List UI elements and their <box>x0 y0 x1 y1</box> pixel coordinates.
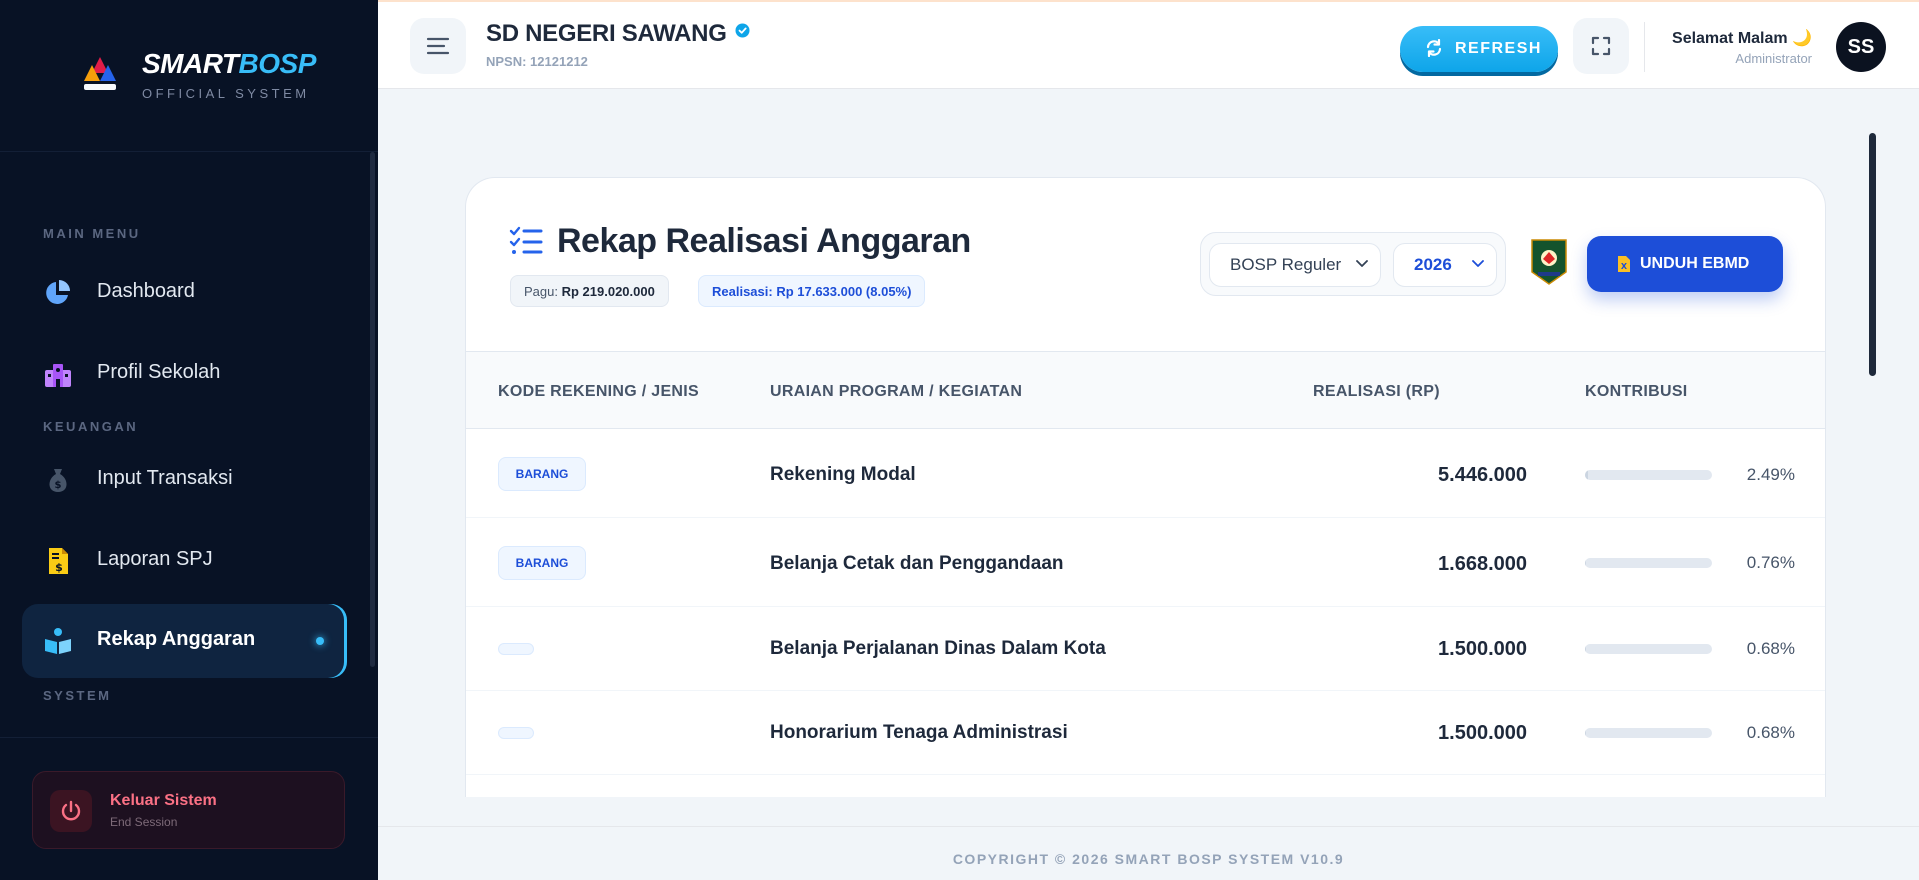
table-row[interactable]: BARANG Rekening Modal 5.446.000 2.49% <box>466 430 1825 518</box>
col-kode: KODE REKENING / JENIS <box>498 383 700 400</box>
expand-icon <box>1591 36 1611 56</box>
sidebar-item-dashboard[interactable]: Dashboard <box>22 256 347 330</box>
footer: COPYRIGHT © 2026 SMART BOSP SYSTEM V10.9 <box>378 826 1919 880</box>
excel-file-icon: X <box>1618 256 1630 272</box>
chevron-down-icon <box>1472 260 1484 267</box>
brand: SMARTBOSP OFFICIAL SYSTEM <box>0 0 378 152</box>
sidebar-item-profil-sekolah[interactable]: Profil Sekolah <box>22 337 347 411</box>
uraian-cell: Rekening Modal <box>770 464 916 485</box>
logout-title: Keluar Sistem <box>110 792 217 809</box>
table-header: KODE REKENING / JENIS URAIAN PROGRAM / K… <box>466 351 1825 429</box>
money-bag-icon: $ <box>49 469 67 492</box>
kontribusi-bar <box>1585 644 1712 654</box>
sidebar-scrollbar[interactable] <box>370 152 375 667</box>
section-main-menu: MAIN MENU <box>43 226 141 241</box>
col-kontribusi: KONTRIBUSI <box>1585 383 1688 400</box>
pagu-badge: Pagu: Rp 219.020.000 <box>510 275 669 307</box>
program-select[interactable]: BOSP Reguler <box>1209 243 1381 287</box>
sidebar-item-label: Input Transaksi <box>97 467 233 489</box>
jenis-badge <box>498 727 534 739</box>
sidebar: SMARTBOSP OFFICIAL SYSTEM MAIN MENU Dash… <box>0 0 378 880</box>
refresh-label: REFRESH <box>1455 40 1542 57</box>
brand-subtitle: OFFICIAL SYSTEM <box>142 86 310 101</box>
download-ebmd-button[interactable]: X UNDUH EBMD <box>1587 236 1783 292</box>
section-keuangan: KEUANGAN <box>43 419 139 434</box>
menu-toggle-button[interactable] <box>410 18 466 74</box>
sidebar-item-rekap-anggaran[interactable]: Rekap Anggaran <box>22 604 347 678</box>
jenis-badge: BARANG <box>498 546 586 580</box>
school-name: SD NEGERI SAWANG <box>486 20 750 48</box>
logout-button[interactable]: Keluar Sistem End Session <box>32 771 345 849</box>
sidebar-item-label: Dashboard <box>97 280 195 302</box>
pie-chart-icon <box>46 280 70 304</box>
svg-text:$: $ <box>55 480 62 491</box>
brand-name: SMARTBOSP <box>142 48 316 79</box>
realisasi-badge: Realisasi: Rp 17.633.000 (8.05%) <box>698 275 926 307</box>
table-row[interactable]: Honorarium Tenaga Administrasi 1.500.000… <box>466 691 1825 775</box>
npsn-label: NPSN: 12121212 <box>486 54 588 69</box>
sync-icon <box>1426 39 1442 57</box>
government-emblem-icon <box>1531 239 1567 285</box>
col-uraian: URAIAN PROGRAM / KEGIATAN <box>770 383 1023 400</box>
smartbosp-logo <box>84 57 116 90</box>
user-role: Administrator <box>1735 51 1812 66</box>
chevron-down-icon <box>1356 260 1368 267</box>
active-indicator <box>316 637 324 645</box>
realisasi-cell: 1.500.000 <box>1438 638 1527 660</box>
fullscreen-button[interactable] <box>1573 18 1629 74</box>
sidebar-item-laporan-spj[interactable]: $ Laporan SPJ <box>22 524 347 598</box>
uraian-cell: Honorarium Tenaga Administrasi <box>770 722 1068 743</box>
sidebar-footer: Keluar Sistem End Session <box>0 737 378 880</box>
kontribusi-bar <box>1585 728 1712 738</box>
realisasi-cell: 5.446.000 <box>1438 464 1527 486</box>
rekap-card: Rekap Realisasi Anggaran Pagu: Rp 219.02… <box>465 177 1826 797</box>
hamburger-icon <box>426 37 450 55</box>
kontribusi-cell: 0.68% <box>1746 723 1795 742</box>
sidebar-item-label: Laporan SPJ <box>97 548 213 570</box>
divider <box>1644 22 1645 72</box>
section-system: SYSTEM <box>43 688 112 703</box>
invoice-icon: $ <box>49 548 68 574</box>
sidebar-item-label: Rekap Anggaran <box>97 628 256 650</box>
table-row[interactable]: BARANG Belanja Cetak dan Penggandaan 1.6… <box>466 518 1825 607</box>
year-select[interactable]: 2026 <box>1393 243 1497 287</box>
svg-text:X: X <box>1621 262 1628 271</box>
kontribusi-cell: 0.76% <box>1746 553 1795 572</box>
table-row[interactable]: Belanja Perjalanan Dinas Dalam Kota 1.50… <box>466 607 1825 691</box>
sidebar-item-label: Profil Sekolah <box>97 361 221 383</box>
realisasi-cell: 1.500.000 <box>1438 722 1527 744</box>
jenis-badge: BARANG <box>498 457 586 491</box>
page-title: Rekap Realisasi Anggaran <box>557 222 971 260</box>
uraian-cell: Belanja Cetak dan Penggandaan <box>770 553 1064 574</box>
sidebar-item-input-transaksi[interactable]: $ Input Transaksi <box>22 443 347 517</box>
col-realisasi: REALISASI (RP) <box>1313 383 1440 400</box>
topbar: SD NEGERI SAWANG NPSN: 12121212 REFRESH … <box>378 0 1919 89</box>
list-check-icon <box>509 226 543 254</box>
filter-group: BOSP Reguler 2026 <box>1200 232 1506 296</box>
kontribusi-bar <box>1585 470 1712 480</box>
jenis-badge <box>498 643 534 655</box>
kontribusi-cell: 2.49% <box>1746 465 1795 484</box>
main-scrollbar[interactable] <box>1869 133 1876 376</box>
kontribusi-bar <box>1585 558 1712 568</box>
avatar[interactable]: SS <box>1836 22 1886 72</box>
verified-icon <box>735 23 750 38</box>
svg-text:$: $ <box>55 561 63 574</box>
kontribusi-cell: 0.68% <box>1746 639 1795 658</box>
realisasi-cell: 1.668.000 <box>1438 553 1527 575</box>
power-icon <box>50 790 92 832</box>
school-icon <box>45 364 71 387</box>
refresh-button[interactable]: REFRESH <box>1400 26 1558 72</box>
book-reader-icon <box>45 628 71 654</box>
copyright: COPYRIGHT © 2026 SMART BOSP SYSTEM V10.9 <box>952 851 1345 867</box>
greeting: Selamat Malam 🌙 <box>1672 30 1812 47</box>
download-label: UNDUH EBMD <box>1640 255 1750 272</box>
uraian-cell: Belanja Perjalanan Dinas Dalam Kota <box>770 638 1106 659</box>
logout-subtitle: End Session <box>110 815 178 829</box>
